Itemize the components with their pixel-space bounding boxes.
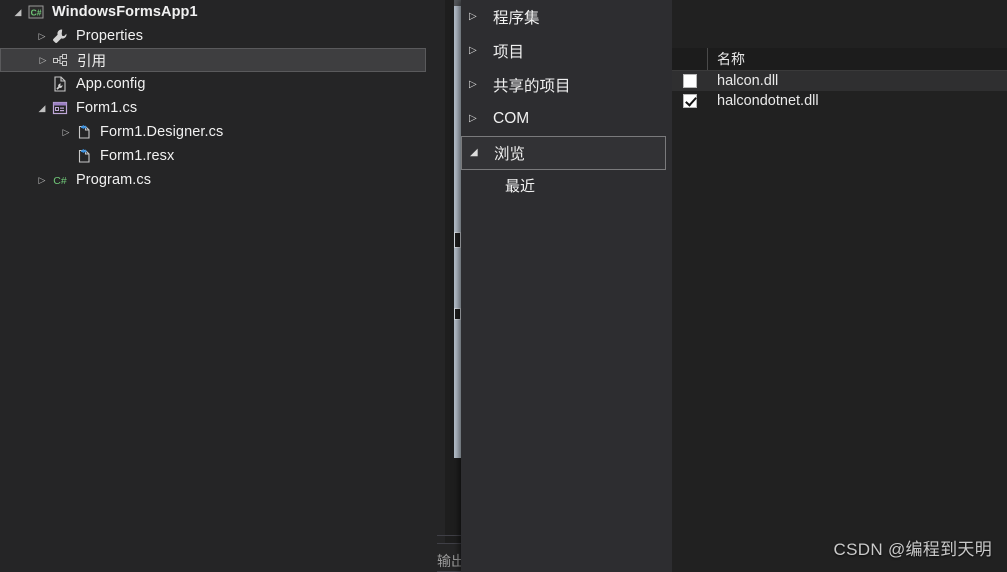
checkbox-checked-icon[interactable] — [683, 94, 697, 108]
file-list-row[interactable]: halcon.dll — [672, 71, 1007, 91]
file-name-label: halcon.dll — [717, 73, 779, 89]
checkbox-unchecked-icon[interactable] — [683, 74, 697, 88]
tree-item-6[interactable]: Form1.resx — [0, 144, 437, 168]
chevron-down-icon[interactable]: ◢ — [470, 148, 488, 158]
column-header-checkbox — [672, 48, 708, 70]
tree-item-label: 引用 — [77, 53, 107, 70]
editor-scrollbar-top-nub — [454, 0, 461, 6]
code-file-icon — [74, 124, 94, 140]
solution-tree: ◢ C# WindowsFormsApp1 ▷ Properties ▷ 引用 App.con… — [0, 0, 437, 192]
reference-category-5[interactable]: 最近 — [461, 170, 672, 200]
file-list-row[interactable]: halcondotnet.dll — [672, 91, 1007, 111]
reference-category-1[interactable]: ▷ 项目 — [461, 34, 672, 68]
tree-item-label: App.config — [76, 76, 146, 92]
tree-item-1[interactable]: ▷ Properties — [0, 24, 437, 48]
tree-item-label: Properties — [76, 28, 144, 44]
reference-category-4[interactable]: ◢ 浏览 — [461, 136, 666, 170]
tree-item-label: Form1.Designer.cs — [100, 124, 224, 140]
editor-scrollbar-marker[interactable] — [454, 308, 461, 320]
tree-item-5[interactable]: ▷ Form1.Designer.cs — [0, 120, 437, 144]
csharp-file-icon: C# — [50, 172, 70, 188]
tree-item-4[interactable]: ◢ Form1.cs — [0, 96, 437, 120]
file-checkbox-cell[interactable] — [672, 74, 708, 88]
tree-item-7[interactable]: ▷ C# Program.cs — [0, 168, 437, 192]
solution-explorer-panel: ◢ C# WindowsFormsApp1 ▷ Properties ▷ 引用 App.con… — [0, 0, 437, 572]
resx-file-icon — [74, 148, 94, 164]
reference-category-label: COM — [493, 110, 530, 127]
file-checkbox-cell[interactable] — [672, 94, 708, 108]
csharp-project-icon: C# — [26, 4, 46, 20]
reference-category-label: 共享的项目 — [493, 78, 571, 95]
tree-item-0[interactable]: ◢ C# WindowsFormsApp1 — [0, 0, 437, 24]
tree-item-label: Form1.resx — [100, 148, 175, 164]
config-file-icon — [50, 76, 70, 92]
chevron-right-icon[interactable]: ▷ — [34, 175, 50, 185]
editor-scrollbar-thumb[interactable] — [454, 232, 461, 248]
reference-category-label: 程序集 — [493, 10, 540, 27]
chevron-right-icon[interactable]: ▷ — [469, 114, 487, 124]
wrench-icon — [50, 28, 70, 44]
chevron-right-icon[interactable]: ▷ — [469, 46, 487, 56]
reference-category-label: 项目 — [493, 44, 525, 61]
reference-category-2[interactable]: ▷ 共享的项目 — [461, 68, 672, 102]
csdn-watermark: CSDN @编程到天明 — [833, 540, 992, 559]
reference-category-label: 浏览 — [494, 146, 526, 163]
editor-scrollbar[interactable] — [454, 0, 461, 458]
tree-item-label: Form1.cs — [76, 100, 138, 116]
chevron-right-icon[interactable]: ▷ — [469, 80, 487, 90]
file-list-header: 名称 — [672, 48, 1007, 71]
tree-item-2[interactable]: ▷ 引用 — [0, 48, 426, 72]
chevron-down-icon[interactable]: ◢ — [34, 103, 50, 113]
chevron-right-icon[interactable]: ▷ — [34, 31, 50, 41]
chevron-right-icon[interactable]: ▷ — [35, 55, 51, 65]
reference-category-pane: ▷ 程序集 ▷ 项目 ▷ 共享的项目 ▷ COM ◢ 浏览最近 — [461, 0, 672, 572]
tree-item-3[interactable]: App.config — [0, 72, 437, 96]
reference-manager-dialog: ▷ 程序集 ▷ 项目 ▷ 共享的项目 ▷ COM ◢ 浏览最近 名称 halcon.dll halc… — [461, 0, 1007, 572]
reference-category-0[interactable]: ▷ 程序集 — [461, 0, 672, 34]
windows-form-icon — [50, 100, 70, 116]
tree-item-label: Program.cs — [76, 172, 152, 188]
chevron-right-icon[interactable]: ▷ — [58, 127, 74, 137]
chevron-down-icon[interactable]: ◢ — [10, 7, 26, 17]
references-icon — [51, 52, 71, 68]
file-name-label: halcondotnet.dll — [717, 93, 819, 109]
column-header-name: 名称 — [717, 51, 745, 67]
tree-item-label: WindowsFormsApp1 — [52, 4, 198, 20]
reference-category-label: 最近 — [505, 177, 536, 195]
reference-category-3[interactable]: ▷ COM — [461, 102, 672, 136]
screenshot-root: 输出 ◢ C# WindowsFormsApp1 ▷ Properties ▷ 引用 App.… — [0, 0, 1007, 572]
reference-file-list: 名称 halcon.dll halcondotnet.dll — [672, 0, 1007, 572]
chevron-right-icon[interactable]: ▷ — [469, 12, 487, 22]
svg-text:C#: C# — [31, 8, 42, 18]
svg-text:C#: C# — [53, 175, 67, 187]
